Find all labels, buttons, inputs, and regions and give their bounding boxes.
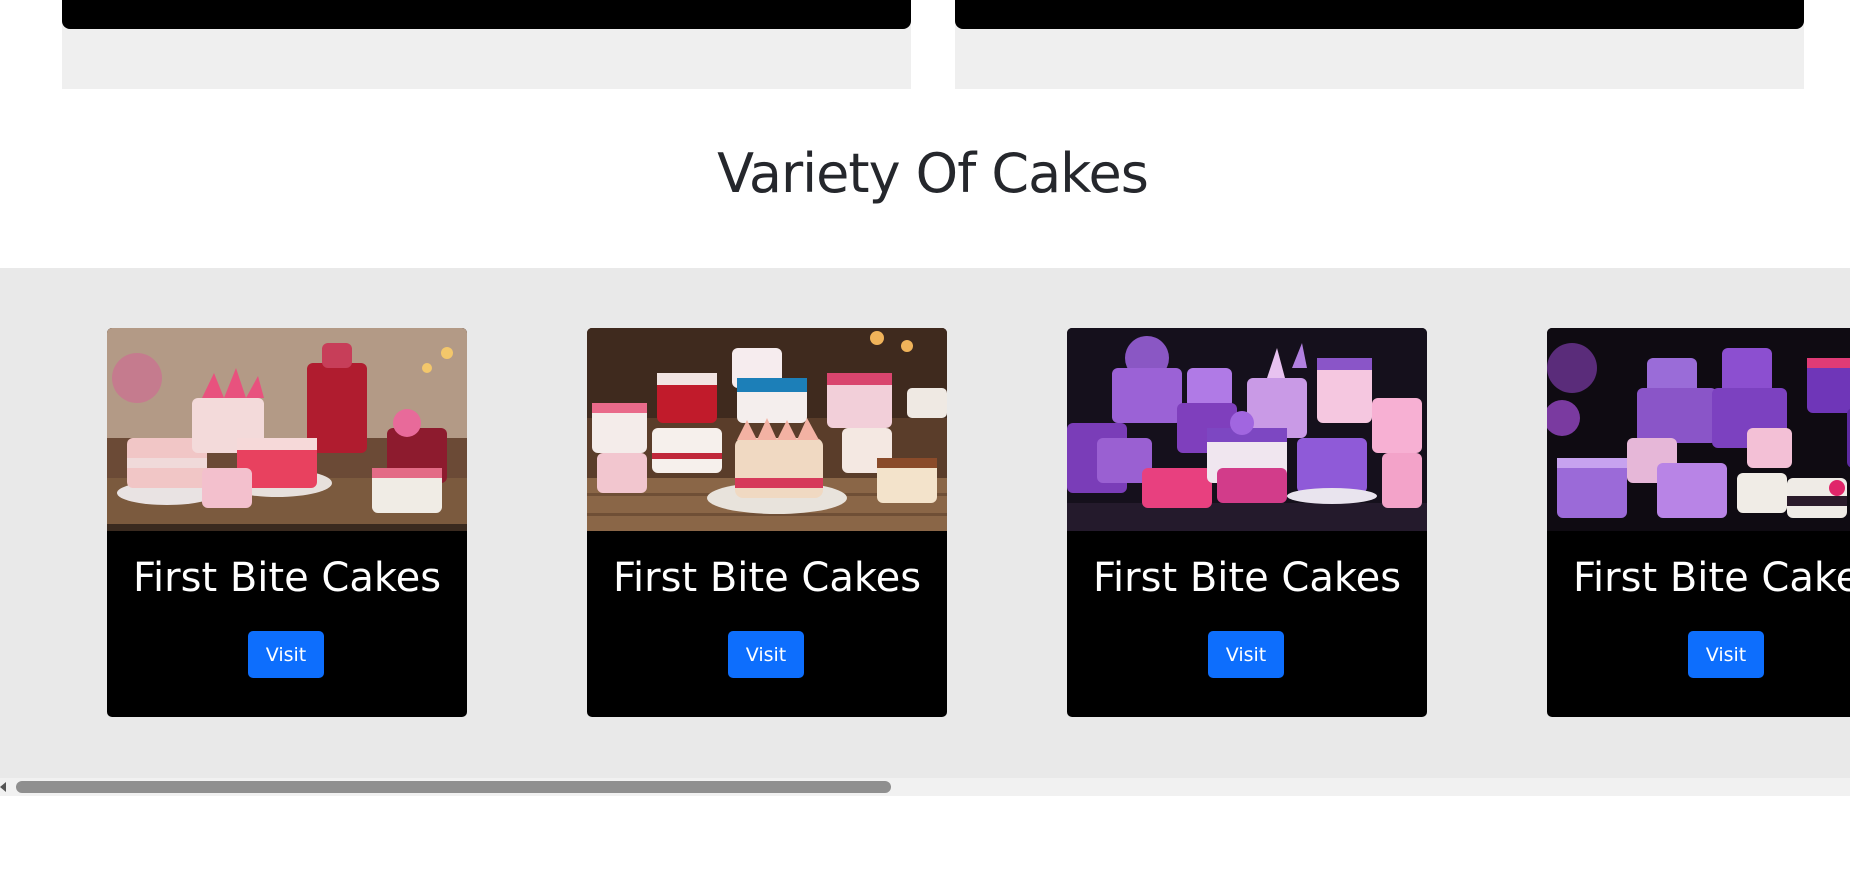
visit-button[interactable]: Visit bbox=[1688, 631, 1764, 678]
cake-card-title: First Bite Cakes bbox=[1572, 555, 1850, 601]
visit-button[interactable]: Visit bbox=[728, 631, 804, 678]
cake-image bbox=[107, 328, 467, 531]
page: Variety Of Cakes First Bite Cakes Visit … bbox=[0, 0, 1850, 881]
section-title: Variety Of Cakes bbox=[717, 142, 1149, 205]
cake-card[interactable]: First Bite Cakes Visit bbox=[107, 328, 467, 717]
cake-table-image bbox=[587, 328, 947, 531]
visit-button[interactable]: Visit bbox=[248, 631, 324, 678]
scrollbar-thumb[interactable] bbox=[16, 781, 891, 793]
cake-table-image bbox=[1547, 328, 1850, 531]
cake-card-title: First Bite Cakes bbox=[132, 555, 442, 601]
cake-carousel[interactable]: First Bite Cakes Visit First Bite Cakes … bbox=[0, 268, 1850, 778]
cake-card[interactable]: First Bite Cakes Visit bbox=[1547, 328, 1850, 717]
cake-table-image bbox=[107, 328, 467, 531]
scroll-left-arrow-icon[interactable] bbox=[0, 782, 6, 792]
cake-image bbox=[1547, 328, 1850, 531]
cake-card-title: First Bite Cakes bbox=[1092, 555, 1402, 601]
cake-card[interactable]: First Bite Cakes Visit bbox=[587, 328, 947, 717]
cake-card-title: First Bite Cakes bbox=[612, 555, 922, 601]
cake-table-image bbox=[1067, 328, 1427, 531]
top-card-right-footer bbox=[955, 0, 1804, 29]
top-card-left bbox=[62, 0, 911, 89]
cake-card[interactable]: First Bite Cakes Visit bbox=[1067, 328, 1427, 717]
cake-image bbox=[1067, 328, 1427, 531]
visit-button[interactable]: Visit bbox=[1208, 631, 1284, 678]
top-card-left-footer bbox=[62, 0, 911, 29]
horizontal-scrollbar[interactable] bbox=[0, 778, 1850, 796]
top-card-right bbox=[955, 0, 1804, 89]
cake-image bbox=[587, 328, 947, 531]
